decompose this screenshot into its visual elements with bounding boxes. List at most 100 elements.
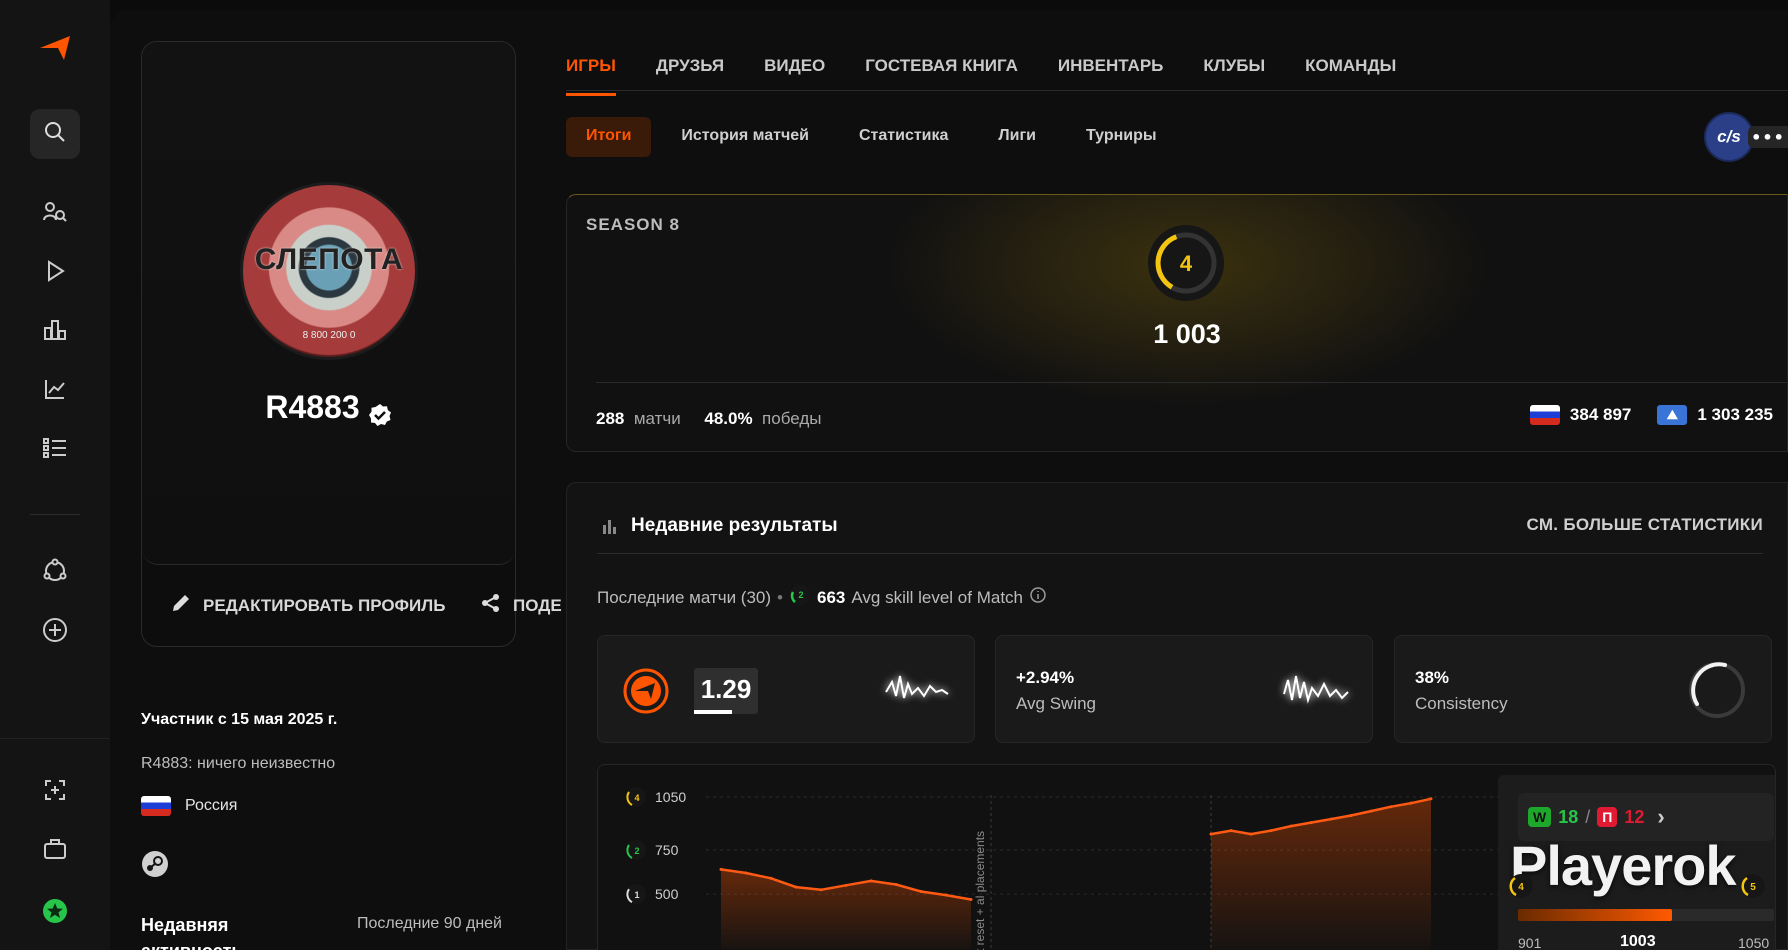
elo-point-1-10 — [1409, 801, 1413, 805]
member-since: Участник с 15 мая 2025 г. — [141, 711, 338, 728]
elo-progress-bar — [1518, 909, 1774, 921]
last-matches-label: Последние матчи (30) — [597, 587, 772, 607]
avg-swing-label: Avg Swing — [1016, 694, 1097, 713]
chevron-right-icon: › — [1657, 804, 1665, 829]
info-icon[interactable] — [1029, 586, 1047, 609]
elo-value: 1 003 — [1153, 319, 1221, 349]
clubs-button[interactable] — [30, 548, 80, 598]
wins-value: 48.0% — [704, 409, 753, 428]
y-tick-level-1: 2 — [634, 846, 639, 856]
elo-point-1-11 — [1429, 797, 1433, 801]
subtab-0[interactable]: Итоги — [566, 117, 652, 157]
left-rail — [0, 0, 110, 950]
avg-level-badge: 2 — [789, 584, 811, 611]
share-button[interactable]: ПОДЕ — [481, 593, 562, 618]
play-icon — [43, 259, 67, 287]
recent-results: Недавние результаты СМ. БОЛЬШЕ СТАТИСТИК… — [566, 482, 1788, 950]
search-button[interactable] — [30, 109, 80, 159]
progress-min: 901 — [1518, 935, 1542, 950]
losses-count: 12 — [1624, 806, 1645, 827]
rankings: 384 897 ⛰ 1 303 235 — [1529, 405, 1773, 425]
premium-button[interactable] — [30, 888, 80, 938]
rating-box: 1.29 — [694, 668, 758, 714]
subtab-1[interactable]: История матчей — [661, 117, 829, 157]
elo-chart-svg: 1050 4 750 2 500 1 t reset + al placements — [626, 787, 1498, 950]
season-label: SEASON 8 — [586, 215, 680, 234]
consistency-card[interactable]: 38% Consistency — [1394, 635, 1772, 743]
edit-profile-button[interactable]: РЕДАКТИРОВАТЬ ПРОФИЛЬ — [171, 593, 445, 618]
tab-4[interactable]: ИНВЕНТАРЬ — [1058, 48, 1164, 90]
elo-history-chart: 1050 4 750 2 500 1 t reset + al placements W 1… — [597, 764, 1776, 950]
tabs-divider — [566, 90, 1788, 91]
country-rank[interactable]: 384 897 — [1570, 405, 1631, 425]
y-tick-0: 1050 — [655, 789, 686, 805]
game-selector-cs[interactable]: c/s — [1704, 112, 1754, 162]
pencil-icon — [171, 593, 191, 618]
avg-swing-card[interactable]: +2.94% Avg Swing — [995, 635, 1373, 743]
more-games-button[interactable]: ••• — [1748, 126, 1788, 148]
elo-area-0 — [721, 869, 971, 950]
elo-point-0-10 — [969, 897, 973, 901]
steam-icon — [141, 851, 169, 882]
play-button[interactable] — [30, 248, 80, 298]
tab-3[interactable]: ГОСТЕВАЯ КНИГА — [865, 48, 1018, 90]
find-players-button[interactable] — [30, 189, 80, 239]
recent-divider — [597, 553, 1763, 554]
profile-bio: R4883: ничего неизвестно — [141, 755, 336, 772]
swing-sparkline-icon — [1282, 670, 1352, 714]
elo-point-1-1 — [1229, 829, 1233, 833]
subtab-3[interactable]: Лиги — [978, 117, 1056, 157]
tab-0[interactable]: ИГРЫ — [566, 48, 616, 96]
rating-value: 1.29 — [700, 674, 752, 704]
y-tick-level-0: 4 — [634, 793, 639, 803]
rankings-button[interactable] — [30, 307, 80, 357]
region-rank[interactable]: 1 303 235 — [1697, 405, 1773, 425]
stats-button[interactable] — [30, 366, 80, 416]
tab-6[interactable]: КОМАНДЫ — [1305, 48, 1396, 90]
create-button[interactable] — [30, 607, 80, 657]
faceit-logo[interactable] — [38, 34, 72, 62]
season-divider — [596, 382, 1787, 383]
see-more-stats-link[interactable]: СМ. БОЛЬШЕ СТАТИСТИКИ — [1526, 515, 1763, 535]
consistency-value: 38% — [1415, 668, 1450, 687]
profile-tabs: ИГРЫ ДРУЗЬЯ ВИДЕО ГОСТЕВАЯ КНИГА ИНВЕНТАРЬ КЛ… — [566, 48, 1396, 96]
subtab-2[interactable]: Статистика — [839, 117, 968, 157]
steam-link[interactable] — [141, 850, 169, 883]
rating-card[interactable]: 1.29 — [597, 635, 975, 743]
profile-card-header: СЛЕПОТА 8 800 200 0 R4883 — [142, 42, 515, 565]
win-loss-panel: W 18 / П 12 › Playerok 4 5 901 1003 1050 — [1498, 775, 1775, 950]
matches-label: матчи — [633, 409, 681, 428]
tab-5[interactable]: КЛУБЫ — [1203, 48, 1265, 90]
elo-point-0-6 — [869, 879, 873, 883]
rating-sparkline-icon — [884, 670, 954, 714]
y-tick-level-2: 1 — [634, 890, 639, 900]
faceit-rating-icon — [622, 667, 670, 719]
recent-subtitle: Последние матчи (30) • 2 663 Avg skill l… — [597, 584, 1047, 611]
country-row: Россия — [141, 796, 237, 816]
wins-label: победы — [762, 409, 822, 428]
podium-icon — [43, 318, 67, 346]
rail-bottom-divider — [0, 738, 110, 739]
verified-icon — [368, 398, 392, 426]
subtab-4[interactable]: Турниры — [1066, 117, 1177, 157]
network-icon — [42, 558, 68, 588]
matches-value: 288 — [596, 409, 625, 428]
tab-2[interactable]: ВИДЕО — [764, 48, 825, 90]
list-button[interactable] — [30, 425, 80, 475]
edit-profile-label: РЕДАКТИРОВАТЬ ПРОФИЛЬ — [203, 595, 446, 615]
focus-plus-icon — [43, 778, 67, 806]
elo-progress-fill — [1518, 909, 1672, 921]
elo-point-1-4 — [1289, 824, 1293, 828]
search-icon — [43, 120, 67, 148]
list-icon — [42, 436, 68, 464]
elo-point-1-6 — [1329, 817, 1333, 821]
progress-max: 1050 — [1738, 935, 1770, 950]
ellipsis-icon: ••• — [1751, 127, 1785, 147]
inventory-button[interactable] — [30, 826, 80, 876]
elo-point-0-1 — [744, 871, 748, 875]
tab-1[interactable]: ДРУЗЬЯ — [656, 48, 724, 90]
recent-activity-value: Последние 90 дней — [357, 915, 502, 932]
elo-point-1-0 — [1209, 832, 1213, 836]
add-friend-button[interactable] — [30, 767, 80, 817]
nickname-text: R4883 — [265, 389, 360, 425]
